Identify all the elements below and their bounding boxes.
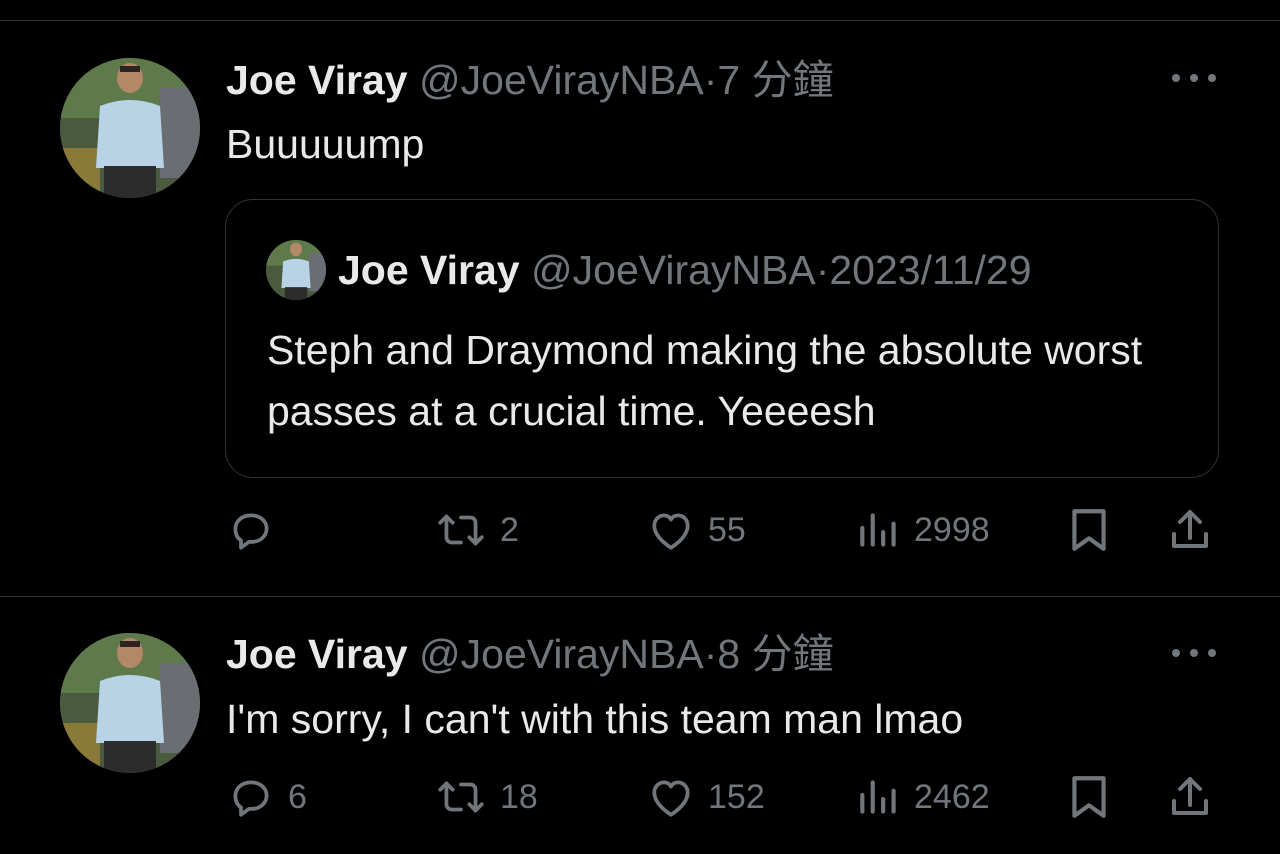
- avatar[interactable]: [60, 58, 200, 198]
- quote-avatar: [266, 240, 326, 300]
- reply-button[interactable]: 6: [226, 767, 307, 827]
- reply-count: 6: [288, 777, 307, 816]
- like-button[interactable]: 55: [646, 500, 746, 560]
- tweet-2[interactable]: Joe Viray @JoeVirayNBA·8 分鐘 I'm sorry, I…: [0, 597, 1280, 854]
- more-icon[interactable]: [1172, 643, 1216, 663]
- retweet-button[interactable]: 2: [434, 500, 519, 560]
- tweet-actions: 6 18 152 2462: [0, 767, 1280, 827]
- separator-dot: ·: [703, 631, 718, 677]
- tweet-actions: 2 55 2998: [0, 500, 1280, 560]
- reply-icon: [233, 513, 269, 550]
- views-count: 2998: [914, 510, 990, 549]
- views-icon: [860, 780, 896, 814]
- tweet-header: Joe Viray @JoeVirayNBA·8 分鐘: [226, 630, 834, 678]
- views-count: 2462: [914, 777, 990, 816]
- retweet-count: 2: [500, 510, 519, 549]
- share-icon: [1172, 510, 1208, 548]
- timestamp[interactable]: 8 分鐘: [717, 631, 833, 677]
- author-handle[interactable]: @JoeVirayNBA: [419, 57, 704, 103]
- bookmark-button[interactable]: [1066, 767, 1112, 827]
- reply-icon: [233, 780, 269, 817]
- timestamp[interactable]: 7 分鐘: [717, 57, 833, 103]
- quote-date: 2023/11/29: [829, 247, 1032, 293]
- retweet-icon: [438, 781, 484, 813]
- author-name[interactable]: Joe Viray: [226, 631, 408, 677]
- bookmark-icon: [1072, 776, 1106, 818]
- bookmark-button[interactable]: [1066, 500, 1112, 560]
- author-name[interactable]: Joe Viray: [226, 57, 408, 103]
- quoted-tweet[interactable]: Joe Viray @JoeVirayNBA·2023/11/29 Steph …: [225, 199, 1219, 478]
- share-button[interactable]: [1166, 500, 1214, 560]
- like-count: 152: [708, 777, 765, 816]
- tweet-header: Joe Viray @JoeVirayNBA·7 分鐘: [226, 56, 834, 104]
- like-icon: [652, 513, 690, 550]
- views-button[interactable]: 2998: [856, 500, 990, 560]
- tweet-1[interactable]: Joe Viray @JoeVirayNBA·7 分鐘 Buuuuump Joe…: [0, 0, 1280, 596]
- views-button[interactable]: 2462: [856, 767, 990, 827]
- quote-author-handle: @JoeVirayNBA: [531, 247, 816, 293]
- bookmark-icon: [1072, 509, 1106, 551]
- share-icon: [1172, 777, 1208, 815]
- quote-header: Joe Viray @JoeVirayNBA·2023/11/29: [338, 246, 1032, 294]
- like-button[interactable]: 152: [646, 767, 765, 827]
- timeline: Joe Viray @JoeVirayNBA·7 分鐘 Buuuuump Joe…: [0, 0, 1280, 854]
- like-count: 55: [708, 510, 746, 549]
- quote-author-name: Joe Viray: [338, 247, 520, 293]
- views-icon: [860, 513, 896, 547]
- retweet-button[interactable]: 18: [434, 767, 538, 827]
- share-button[interactable]: [1166, 767, 1214, 827]
- reply-button[interactable]: [226, 500, 288, 560]
- quote-separator-dot: ·: [815, 247, 830, 293]
- separator-dot: ·: [703, 57, 718, 103]
- retweet-count: 18: [500, 777, 538, 816]
- quote-text: Steph and Draymond making the absolute w…: [267, 327, 1143, 434]
- more-icon[interactable]: [1172, 68, 1216, 88]
- like-icon: [652, 780, 690, 817]
- retweet-icon: [438, 514, 484, 546]
- author-handle[interactable]: @JoeVirayNBA: [419, 631, 704, 677]
- tweet-text: Buuuuump: [226, 121, 425, 167]
- tweet-text: I'm sorry, I can't with this team man lm…: [226, 696, 964, 742]
- avatar[interactable]: [60, 633, 200, 773]
